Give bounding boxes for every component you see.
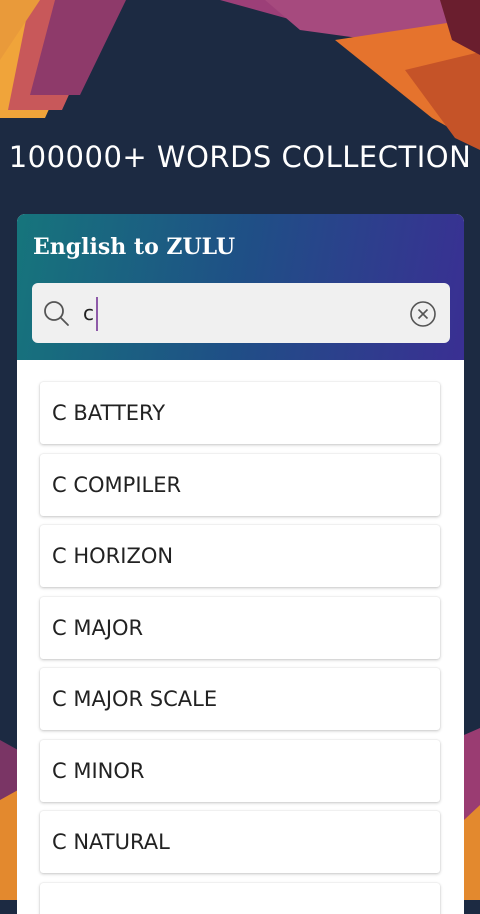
clear-icon[interactable] — [408, 299, 438, 329]
search-icon — [41, 298, 71, 328]
word-list: C BATTERY C COMPILER C HORIZON C MAJOR C… — [40, 382, 440, 914]
text-caret — [96, 297, 98, 331]
search-input[interactable]: c — [32, 283, 450, 343]
headline-title: 100000+ WORDS COLLECTION — [0, 140, 480, 174]
search-input-value: c — [83, 301, 94, 325]
list-item[interactable] — [40, 883, 440, 914]
list-item[interactable]: C MAJOR — [40, 597, 440, 659]
list-item[interactable]: C COMPILER — [40, 454, 440, 516]
list-item[interactable]: C HORIZON — [40, 525, 440, 587]
dictionary-card: English to ZULU c C BATTERY C COMPILER C… — [17, 214, 464, 914]
card-title: English to ZULU — [33, 234, 235, 260]
list-item[interactable]: C BATTERY — [40, 382, 440, 444]
list-item[interactable]: C NATURAL — [40, 811, 440, 873]
list-item[interactable]: C MAJOR SCALE — [40, 668, 440, 730]
list-item[interactable]: C MINOR — [40, 740, 440, 802]
card-header: English to ZULU c — [17, 214, 464, 360]
